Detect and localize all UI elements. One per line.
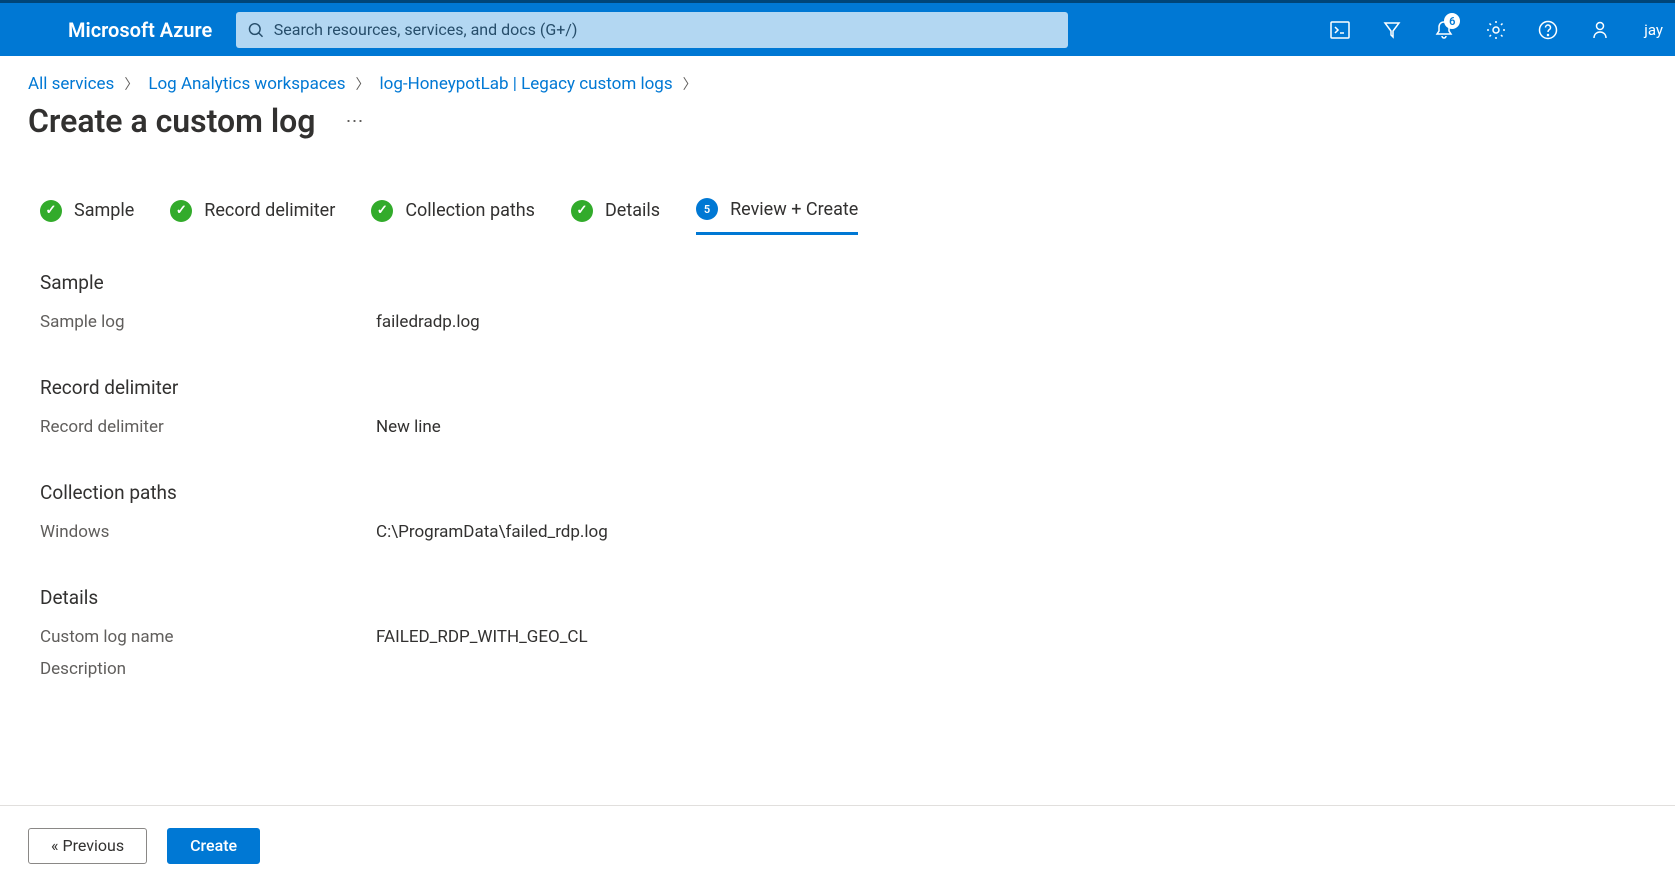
chevron-right-icon: 〉 [356, 74, 370, 94]
wizard-footer: « Previous Create [0, 805, 1675, 885]
section-details: Details Custom log name FAILED_RDP_WITH_… [40, 586, 940, 679]
feedback-icon[interactable] [1574, 3, 1626, 56]
step-label: Review + Create [730, 199, 858, 220]
row-label: Description [40, 659, 376, 679]
detail-row: Record delimiter New line [40, 417, 940, 437]
check-icon [571, 200, 593, 222]
user-label[interactable]: jay [1626, 21, 1675, 39]
step-label: Collection paths [405, 200, 535, 221]
section-title: Details [40, 586, 940, 609]
title-row: Create a custom log ⋯ [0, 94, 1675, 160]
row-label: Custom log name [40, 627, 376, 647]
step-label: Details [605, 200, 660, 221]
chevron-right-icon: 〉 [124, 74, 138, 94]
step-label: Sample [74, 200, 134, 221]
notifications-icon[interactable]: 6 [1418, 3, 1470, 56]
brand-label[interactable]: Microsoft Azure [60, 18, 236, 42]
step-details[interactable]: Details [571, 198, 660, 235]
detail-row: Sample log failedradp.log [40, 312, 940, 332]
help-icon[interactable] [1522, 3, 1574, 56]
menu-button[interactable] [0, 3, 60, 56]
detail-row: Description [40, 659, 940, 679]
section-collection-paths: Collection paths Windows C:\ProgramData\… [40, 481, 940, 542]
check-icon [40, 200, 62, 222]
search-icon [248, 22, 264, 38]
settings-icon[interactable] [1470, 3, 1522, 56]
row-label: Sample log [40, 312, 376, 332]
directory-filter-icon[interactable] [1366, 3, 1418, 56]
section-record-delimiter: Record delimiter Record delimiter New li… [40, 376, 940, 437]
wizard-steps: Sample Record delimiter Collection paths… [40, 160, 1675, 235]
create-button[interactable]: Create [167, 828, 260, 864]
chevron-right-icon: 〉 [683, 74, 697, 94]
step-sample[interactable]: Sample [40, 198, 134, 235]
cloud-shell-icon[interactable] [1314, 3, 1366, 56]
step-collection-paths[interactable]: Collection paths [371, 198, 535, 235]
row-label: Windows [40, 522, 376, 542]
azure-header: Microsoft Azure 6 jay [0, 0, 1675, 56]
detail-row: Windows C:\ProgramData\failed_rdp.log [40, 522, 940, 542]
check-icon [170, 200, 192, 222]
header-icons: 6 [1314, 3, 1626, 56]
breadcrumb-link[interactable]: All services [28, 74, 114, 94]
row-value: C:\ProgramData\failed_rdp.log [376, 522, 608, 542]
row-value: New line [376, 417, 441, 437]
page-title: Create a custom log [28, 102, 315, 140]
check-icon [371, 200, 393, 222]
row-label: Record delimiter [40, 417, 376, 437]
breadcrumb: All services 〉 Log Analytics workspaces … [0, 56, 1675, 94]
step-label: Record delimiter [204, 200, 335, 221]
row-value: failedradp.log [376, 312, 480, 332]
section-sample: Sample Sample log failedradp.log [40, 271, 940, 332]
step-review-create[interactable]: 5 Review + Create [696, 198, 858, 235]
section-title: Record delimiter [40, 376, 940, 399]
notification-badge: 6 [1444, 13, 1460, 29]
breadcrumb-link[interactable]: log-HoneypotLab | Legacy custom logs [380, 74, 673, 94]
step-number-icon: 5 [696, 198, 718, 220]
search-input[interactable] [274, 20, 1057, 39]
previous-button[interactable]: « Previous [28, 828, 147, 864]
section-title: Sample [40, 271, 940, 294]
search-input-container[interactable] [236, 12, 1068, 48]
step-record-delimiter[interactable]: Record delimiter [170, 198, 335, 235]
section-title: Collection paths [40, 481, 940, 504]
breadcrumb-link[interactable]: Log Analytics workspaces [148, 74, 345, 94]
detail-row: Custom log name FAILED_RDP_WITH_GEO_CL [40, 627, 940, 647]
more-actions-icon[interactable]: ⋯ [345, 111, 364, 132]
row-value: FAILED_RDP_WITH_GEO_CL [376, 627, 588, 647]
